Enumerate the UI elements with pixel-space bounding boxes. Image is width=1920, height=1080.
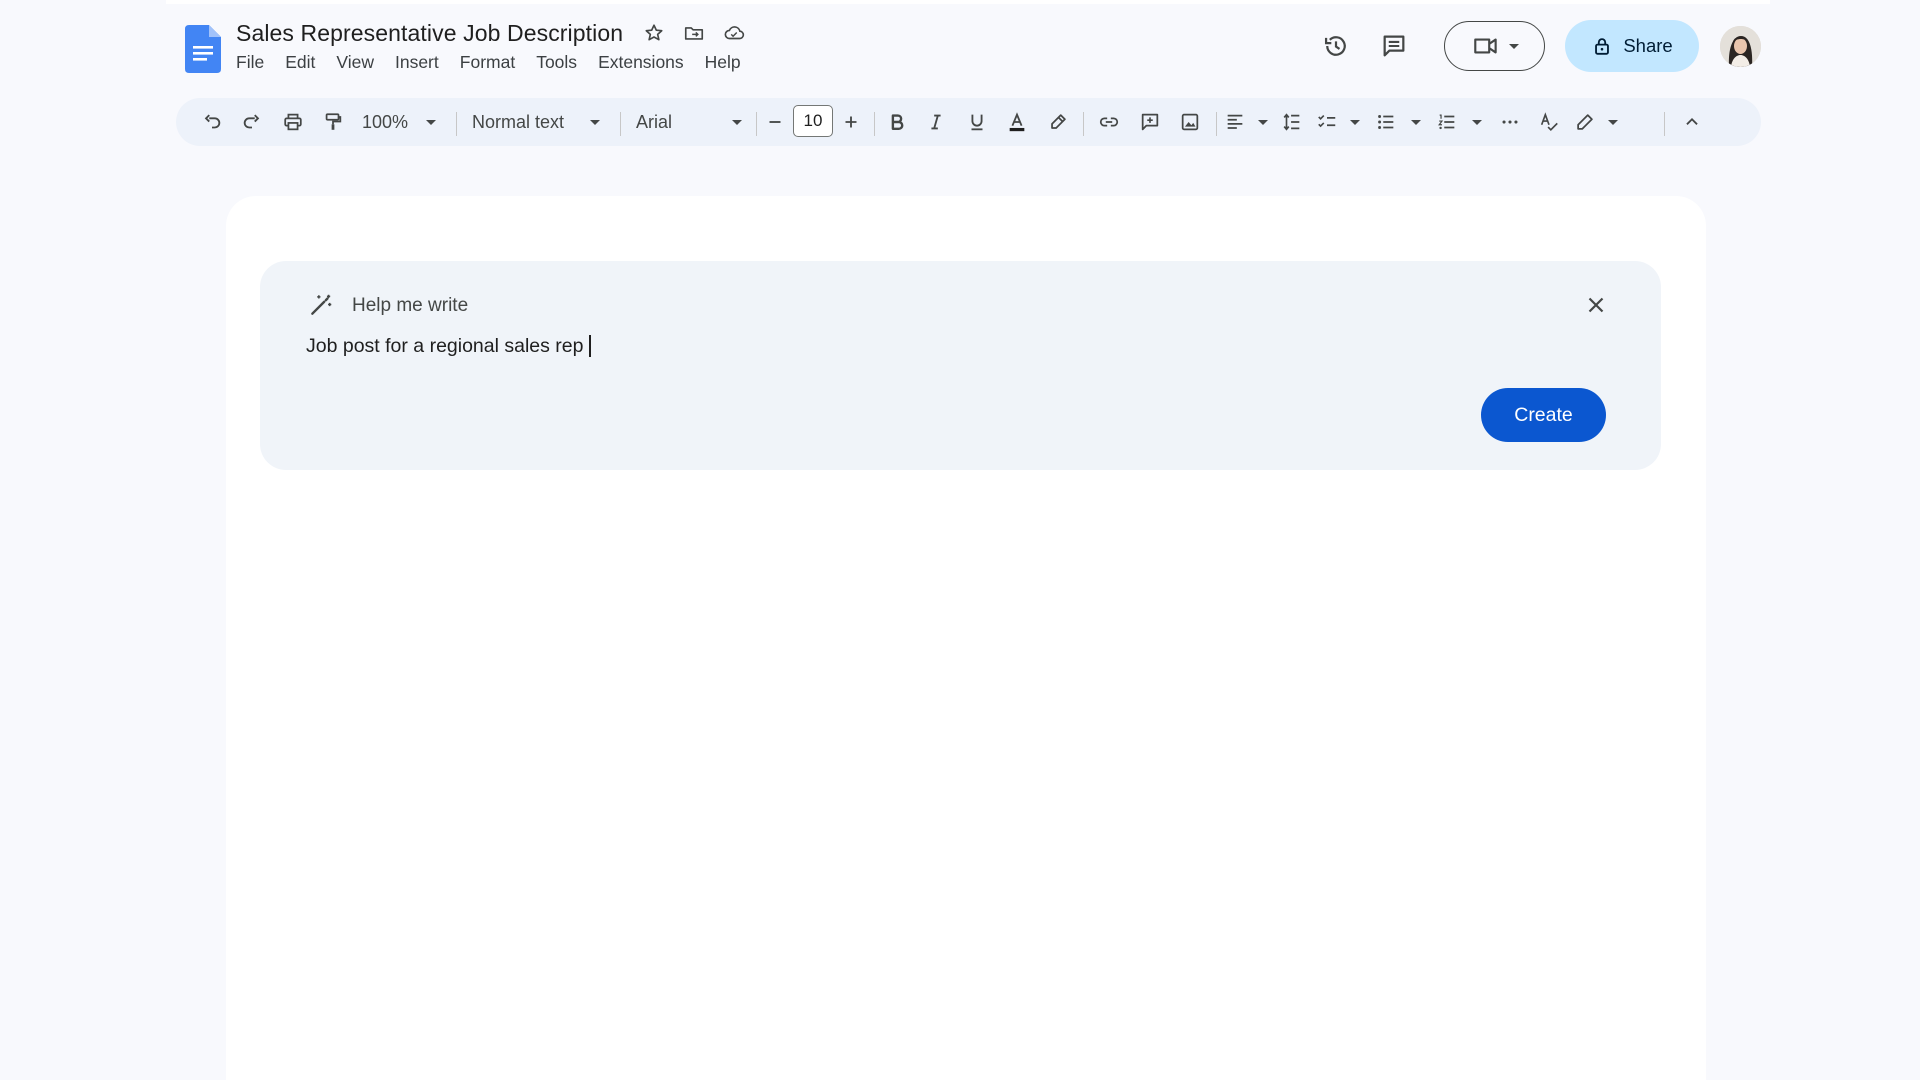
close-icon[interactable] (1582, 291, 1610, 319)
underline-icon[interactable] (962, 106, 992, 138)
print-icon[interactable] (276, 106, 310, 138)
docs-logo-icon[interactable] (185, 25, 221, 73)
paint-format-icon[interactable] (317, 106, 349, 138)
share-label: Share (1623, 35, 1673, 56)
text-color-icon[interactable] (1002, 106, 1032, 138)
lock-icon (1595, 38, 1610, 55)
menu-edit[interactable]: Edit (285, 52, 315, 73)
menu-file[interactable]: File (236, 52, 264, 73)
prompt-input[interactable]: Job post for a regional sales rep (306, 329, 1206, 363)
checklist-button[interactable] (1316, 106, 1360, 138)
chevron-down-icon (1411, 119, 1421, 125)
menu-insert[interactable]: Insert (395, 52, 439, 73)
chevron-down-icon (732, 119, 742, 125)
prompt-text: Job post for a regional sales rep (306, 334, 584, 357)
help-me-write-panel: Help me write Job post for a regional sa… (260, 261, 1661, 470)
document-title[interactable]: Sales Representative Job Description (236, 20, 623, 47)
video-call-button[interactable] (1444, 21, 1545, 71)
chevron-down-icon (1350, 119, 1360, 125)
divider (1083, 112, 1084, 136)
collapse-icon[interactable] (1676, 106, 1708, 138)
align-button[interactable] (1224, 106, 1268, 138)
line-spacing-icon[interactable] (1276, 106, 1308, 138)
chevron-down-icon (426, 119, 437, 125)
menu-tools[interactable]: Tools (536, 52, 577, 73)
create-button[interactable]: Create (1481, 388, 1606, 442)
editing-mode-icon (1577, 114, 1593, 130)
paragraph-style-value: Normal text (472, 111, 565, 132)
numbered-list-icon (1438, 114, 1455, 130)
chevron-down-icon (1508, 43, 1519, 49)
divider (874, 112, 875, 136)
title-row: Sales Representative Job Description (236, 18, 747, 48)
checklist-icon (1318, 114, 1336, 128)
divider (1216, 112, 1217, 136)
numbered-list-button[interactable] (1436, 106, 1482, 138)
text-cursor (588, 335, 591, 357)
bulleted-list-button[interactable] (1375, 106, 1421, 138)
font-family-select[interactable]: Arial (636, 106, 742, 138)
zoom-select[interactable]: 100% (362, 106, 442, 138)
divider (756, 112, 757, 136)
chevron-down-icon (1472, 119, 1482, 125)
font-family-value: Arial (636, 111, 673, 132)
move-folder-icon[interactable] (681, 20, 707, 46)
comments-icon[interactable] (1376, 28, 1412, 64)
image-icon[interactable] (1174, 106, 1206, 138)
divider (1664, 112, 1665, 136)
redo-icon[interactable] (236, 106, 268, 138)
italic-icon[interactable] (921, 106, 951, 138)
menu-format[interactable]: Format (460, 52, 515, 73)
paragraph-style-select[interactable]: Normal text (472, 106, 600, 138)
menu-bar: File Edit View Insert Format Tools Exten… (236, 52, 741, 73)
menu-extensions[interactable]: Extensions (598, 52, 684, 73)
bold-icon[interactable] (882, 106, 912, 138)
undo-icon[interactable] (196, 106, 228, 138)
history-icon[interactable] (1318, 28, 1354, 64)
video-call-icon (1473, 38, 1497, 54)
editing-mode-button[interactable] (1574, 106, 1618, 138)
highlight-icon[interactable] (1043, 106, 1073, 138)
spellcheck-icon[interactable] (1533, 106, 1565, 138)
chevron-down-icon (1258, 119, 1268, 125)
minus-icon (769, 121, 781, 123)
magic-wand-icon (311, 294, 332, 315)
chevron-down-icon (1608, 119, 1618, 125)
formatting-toolbar: 100% Normal text Arial 10 (176, 98, 1761, 146)
share-button[interactable]: Share (1565, 20, 1699, 72)
menu-view[interactable]: View (336, 52, 374, 73)
zoom-value: 100% (362, 111, 409, 132)
font-size-input[interactable]: 10 (793, 105, 833, 137)
bulleted-list-icon (1378, 115, 1394, 129)
cloud-icon[interactable] (721, 20, 747, 46)
divider (456, 112, 457, 136)
more-icon[interactable] (1494, 106, 1526, 138)
plus-icon (845, 116, 857, 128)
link-icon[interactable] (1093, 106, 1125, 138)
avatar[interactable] (1720, 26, 1761, 67)
increase-font-size-button[interactable] (838, 106, 864, 138)
align-icon (1227, 114, 1243, 129)
menu-help[interactable]: Help (705, 52, 741, 73)
add-comment-icon[interactable] (1134, 106, 1166, 138)
star-icon[interactable] (641, 20, 667, 46)
app-header: Sales Representative Job Description Fil… (166, 4, 1770, 90)
chevron-down-icon (590, 119, 600, 125)
help-me-write-label: Help me write (352, 295, 469, 316)
decrease-font-size-button[interactable] (762, 106, 788, 138)
divider (620, 112, 621, 136)
